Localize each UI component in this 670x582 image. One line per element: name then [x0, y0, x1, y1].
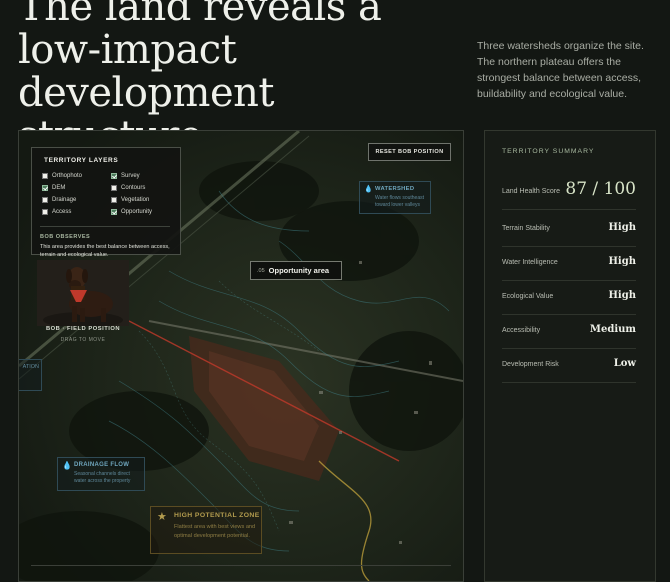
summary-label: Development Risk	[502, 361, 559, 368]
intro-text: Three watersheds organize the site. The …	[477, 40, 644, 100]
watershed-text: Water flows southeast toward lower valle…	[375, 195, 425, 208]
land-health-score: 87 / 100	[565, 179, 636, 199]
summary-value: Medium	[589, 324, 636, 335]
layer-checkbox[interactable]	[111, 209, 117, 215]
layer-contours[interactable]: Contours	[111, 185, 145, 191]
layer-checkbox[interactable]	[42, 173, 48, 179]
layer-label: Orthophoto	[52, 173, 83, 179]
opportunity-title: Opportunity area	[268, 266, 330, 275]
bob-dog-marker[interactable]	[37, 260, 129, 326]
summary-row: Ecological Value High	[502, 281, 636, 315]
drainage-text: Seasonal channels direct water across th…	[74, 471, 131, 484]
layer-checkbox[interactable]	[111, 197, 117, 203]
watershed-tag: 💧 WATERSHED Water flows southeast toward…	[359, 181, 431, 214]
summary-row: Development Risk Low	[502, 349, 636, 383]
layer-label: DEM	[52, 185, 66, 191]
layer-label: Vegetation	[121, 197, 150, 203]
watershed-title: WATERSHED	[375, 186, 415, 192]
layer-label: Access	[52, 209, 72, 215]
drainage-flow-tag: 💧 DRAINAGE FLOW Seasonal channels direct…	[57, 457, 145, 491]
summary-label: Accessibility	[502, 327, 541, 334]
reset-bob-position-button[interactable]: RESET BOB POSITION	[368, 143, 451, 161]
layer-checkbox[interactable]	[42, 209, 48, 215]
summary-row-land-health: Land Health Score 87 / 100	[502, 176, 636, 210]
layer-checkbox[interactable]	[111, 173, 117, 179]
layer-label: Drainage	[52, 197, 77, 203]
territory-layers-panel: TERRITORY LAYERS Orthophoto Survey DEM C…	[31, 147, 181, 258]
star-icon: ★	[157, 511, 167, 523]
summary-value: Low	[613, 358, 636, 369]
layers-title: TERRITORY LAYERS	[44, 157, 119, 164]
bob-observes-text: This area provides the best balance betw…	[40, 244, 170, 258]
high-potential-zone-tag: ★ HIGH POTENTIAL ZONE Flattest area with…	[150, 506, 262, 554]
summary-value: High	[608, 290, 636, 301]
bob-observes-title: BOB OBSERVES	[40, 234, 91, 240]
high-potential-text: Flattest area with best views and optima…	[174, 524, 256, 539]
edge-info-tag: ATION	[19, 359, 42, 391]
summary-label: Terrain Stability	[502, 225, 550, 232]
layer-checkbox[interactable]	[42, 197, 48, 203]
opportunity-number: .05	[257, 267, 265, 274]
layer-checkbox[interactable]	[42, 185, 48, 191]
summary-label: Land Health Score	[502, 188, 560, 195]
layer-vegetation[interactable]: Vegetation	[111, 197, 149, 203]
drainage-title: DRAINAGE FLOW	[74, 462, 130, 468]
layer-access[interactable]: Access	[42, 209, 71, 215]
layer-orthophoto[interactable]: Orthophoto	[42, 173, 82, 179]
territory-summary-panel: TERRITORY SUMMARY Land Health Score 87 /…	[484, 130, 656, 582]
divider	[31, 565, 451, 566]
territory-map[interactable]: TERRITORY LAYERS Orthophoto Survey DEM C…	[18, 130, 464, 582]
summary-value: High	[608, 256, 636, 267]
divider	[40, 226, 170, 227]
layer-label: Opportunity	[121, 209, 153, 215]
bob-drag-hint: DRAG TO MOVE	[60, 337, 106, 343]
high-potential-title: HIGH POTENTIAL ZONE	[174, 512, 260, 519]
summary-label: Water Intelligence	[502, 259, 558, 266]
water-drop-icon: 💧	[62, 461, 72, 470]
layer-survey[interactable]: Survey	[111, 173, 140, 179]
summary-row: Accessibility Medium	[502, 315, 636, 349]
opportunity-area-label[interactable]: .05 Opportunity area	[250, 261, 342, 280]
summary-row: Water Intelligence High	[502, 247, 636, 281]
water-drop-icon: 💧	[364, 186, 373, 193]
layer-checkbox[interactable]	[111, 185, 117, 191]
summary-label: Ecological Value	[502, 293, 554, 300]
summary-row: Terrain Stability High	[502, 213, 636, 247]
dog-photo	[37, 260, 129, 326]
layer-opportunity[interactable]: Opportunity	[111, 209, 152, 215]
layer-dem[interactable]: DEM	[42, 185, 65, 191]
summary-value: High	[608, 222, 636, 233]
summary-title: TERRITORY SUMMARY	[502, 148, 595, 155]
layer-label: Contours	[121, 185, 146, 191]
layer-drainage[interactable]: Drainage	[42, 197, 76, 203]
bob-caption: BOB · FIELD POSITION	[45, 326, 121, 332]
layer-label: Survey	[121, 173, 140, 179]
